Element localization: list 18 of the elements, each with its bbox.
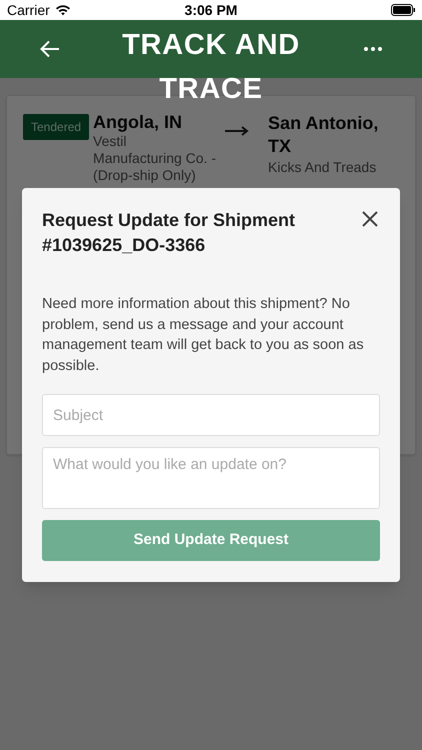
origin-city: Angola, IN xyxy=(93,112,184,133)
wifi-icon xyxy=(54,4,71,16)
right-arrow-icon xyxy=(225,126,250,136)
close-icon[interactable] xyxy=(362,211,378,227)
dialog-message: Need more information about this shipment? No problem, send us a message and your account management team will get back to you as soon as possible. xyxy=(42,295,365,376)
destination-company: Kicks And Treads xyxy=(268,158,378,177)
status-time: 3:06 PM xyxy=(184,0,238,20)
update-details-field[interactable]: What would you like an update on? xyxy=(42,447,380,509)
subject-field[interactable]: Subject xyxy=(42,394,380,436)
back-arrow-icon[interactable] xyxy=(40,40,60,58)
destination-city: San Antonio, TX xyxy=(268,112,380,158)
more-options-icon[interactable] xyxy=(364,47,382,51)
dialog-title: Request Update for Shipment #1039625_DO-3366 xyxy=(42,209,296,257)
carrier-label: Carrier xyxy=(7,0,50,20)
status-badge: Tendered xyxy=(23,114,90,140)
page-title: TRACK AND TRACE xyxy=(121,28,301,107)
origin-company: Vestil Manufacturing Co. - (Drop-ship Only) xyxy=(93,133,217,184)
battery-icon xyxy=(391,4,415,16)
